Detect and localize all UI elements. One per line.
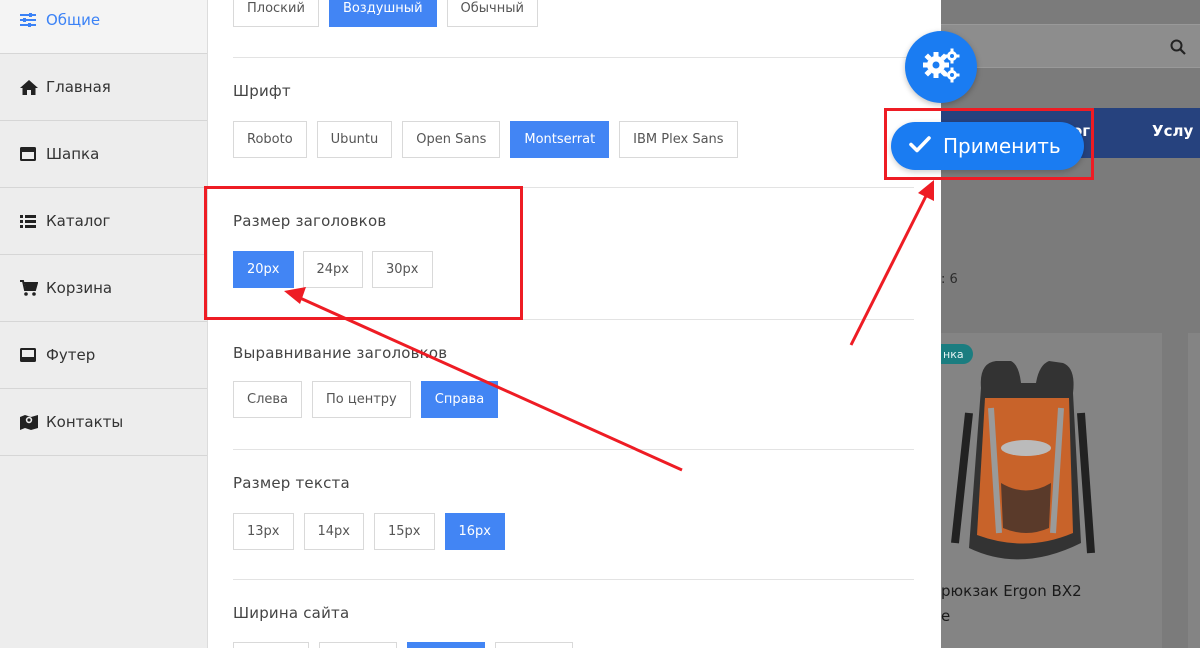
sliders-icon bbox=[20, 12, 40, 28]
font-option-ibm-plex-sans[interactable]: IBM Plex Sans bbox=[619, 121, 738, 158]
text-size-15px[interactable]: 15px bbox=[374, 513, 435, 550]
style-option-normal[interactable]: Обычный bbox=[446, 0, 538, 27]
site-width-label: Ширина сайта bbox=[233, 604, 350, 622]
map-icon bbox=[20, 414, 40, 430]
text-size-options: 13px 14px 15px 16px bbox=[233, 513, 505, 550]
search-icon[interactable] bbox=[1170, 39, 1186, 55]
text-size-13px[interactable]: 13px bbox=[233, 513, 294, 550]
heading-align-right[interactable]: Справа bbox=[420, 381, 499, 418]
heading-align-label: Выравнивание заголовков bbox=[233, 344, 448, 362]
heading-align-left[interactable]: Слева bbox=[233, 381, 303, 418]
font-option-ubuntu[interactable]: Ubuntu bbox=[316, 121, 393, 158]
text-size-14px[interactable]: 14px bbox=[303, 513, 364, 550]
style-option-flat[interactable]: Плоский bbox=[233, 0, 319, 27]
style-options: Плоский Воздушный Обычный bbox=[233, 0, 538, 27]
heading-align-section: Выравнивание заголовков Слева По центру … bbox=[233, 319, 914, 449]
site-width-option[interactable] bbox=[233, 642, 309, 648]
sidebar-item-footer[interactable]: Футер bbox=[0, 322, 207, 389]
text-size-16px[interactable]: 16px bbox=[444, 513, 505, 550]
search-input[interactable] bbox=[941, 24, 1200, 68]
sidebar-item-general[interactable]: Общие bbox=[0, 0, 207, 54]
site-width-option[interactable] bbox=[495, 642, 573, 648]
font-options: Roboto Ubuntu Open Sans Montserrat IBM P… bbox=[233, 121, 738, 158]
font-option-roboto[interactable]: Roboto bbox=[233, 121, 307, 158]
site-width-options bbox=[233, 642, 573, 648]
nav-link-services[interactable]: Услу bbox=[1152, 122, 1193, 140]
product-name[interactable]: рюкзак Ergon BX2 bbox=[941, 582, 1082, 600]
header-icon bbox=[20, 146, 40, 162]
product-card[interactable] bbox=[941, 333, 1162, 648]
sidebar-item-label: Футер bbox=[46, 346, 96, 364]
cart-icon bbox=[20, 280, 40, 296]
site-width-option[interactable] bbox=[407, 642, 485, 648]
home-icon bbox=[20, 79, 40, 95]
sidebar-item-label: Контакты bbox=[46, 413, 124, 431]
annotation-highlight-apply bbox=[884, 108, 1094, 180]
sidebar-item-header[interactable]: Шапка bbox=[0, 121, 207, 188]
font-section: Шрифт Roboto Ubuntu Open Sans Montserrat… bbox=[233, 57, 914, 187]
discount-badge: нка bbox=[941, 344, 973, 364]
product-count: : 6 bbox=[941, 272, 958, 287]
heading-align-options: Слева По центру Справа bbox=[233, 381, 499, 418]
text-size-label: Размер текста bbox=[233, 474, 350, 492]
gears-icon bbox=[921, 47, 961, 87]
font-option-montserrat[interactable]: Montserrat bbox=[510, 121, 610, 158]
footer-icon bbox=[20, 347, 40, 363]
font-label: Шрифт bbox=[233, 82, 291, 100]
sidebar-item-label: Каталог bbox=[46, 212, 111, 230]
sidebar-item-cart[interactable]: Корзина bbox=[0, 255, 207, 322]
settings-gear-button[interactable] bbox=[905, 31, 977, 103]
store-page-background: лог Услу : 6 нка рюкзак Ergon BX2 e bbox=[941, 0, 1200, 648]
sidebar-item-contacts[interactable]: Контакты bbox=[0, 389, 207, 456]
site-width-option[interactable] bbox=[319, 642, 397, 648]
site-width-section: Ширина сайта bbox=[233, 579, 914, 648]
sidebar-item-home[interactable]: Главная bbox=[0, 54, 207, 121]
style-option-airy[interactable]: Воздушный bbox=[328, 0, 437, 27]
backpack-image bbox=[951, 361, 1095, 560]
sidebar-item-label: Общие bbox=[46, 10, 101, 29]
text-size-section: Размер текста 13px 14px 15px 16px bbox=[233, 449, 914, 579]
sidebar-item-label: Главная bbox=[46, 78, 111, 96]
heading-align-center[interactable]: По центру bbox=[312, 381, 411, 418]
product-name-continued: e bbox=[941, 607, 951, 625]
sidebar-item-label: Корзина bbox=[46, 279, 113, 297]
list-icon bbox=[20, 213, 40, 229]
product-card-next[interactable] bbox=[1188, 333, 1200, 648]
settings-panel: Плоский Воздушный Обычный Шрифт Roboto U… bbox=[208, 0, 941, 648]
sidebar-item-label: Шапка bbox=[46, 145, 100, 163]
font-option-open-sans[interactable]: Open Sans bbox=[402, 121, 501, 158]
sidebar-item-catalog[interactable]: Каталог bbox=[0, 188, 207, 255]
annotation-highlight-heading-size bbox=[204, 186, 523, 320]
settings-sidebar: Общие Главная Шапка Каталог Корзина Футе… bbox=[0, 0, 208, 648]
